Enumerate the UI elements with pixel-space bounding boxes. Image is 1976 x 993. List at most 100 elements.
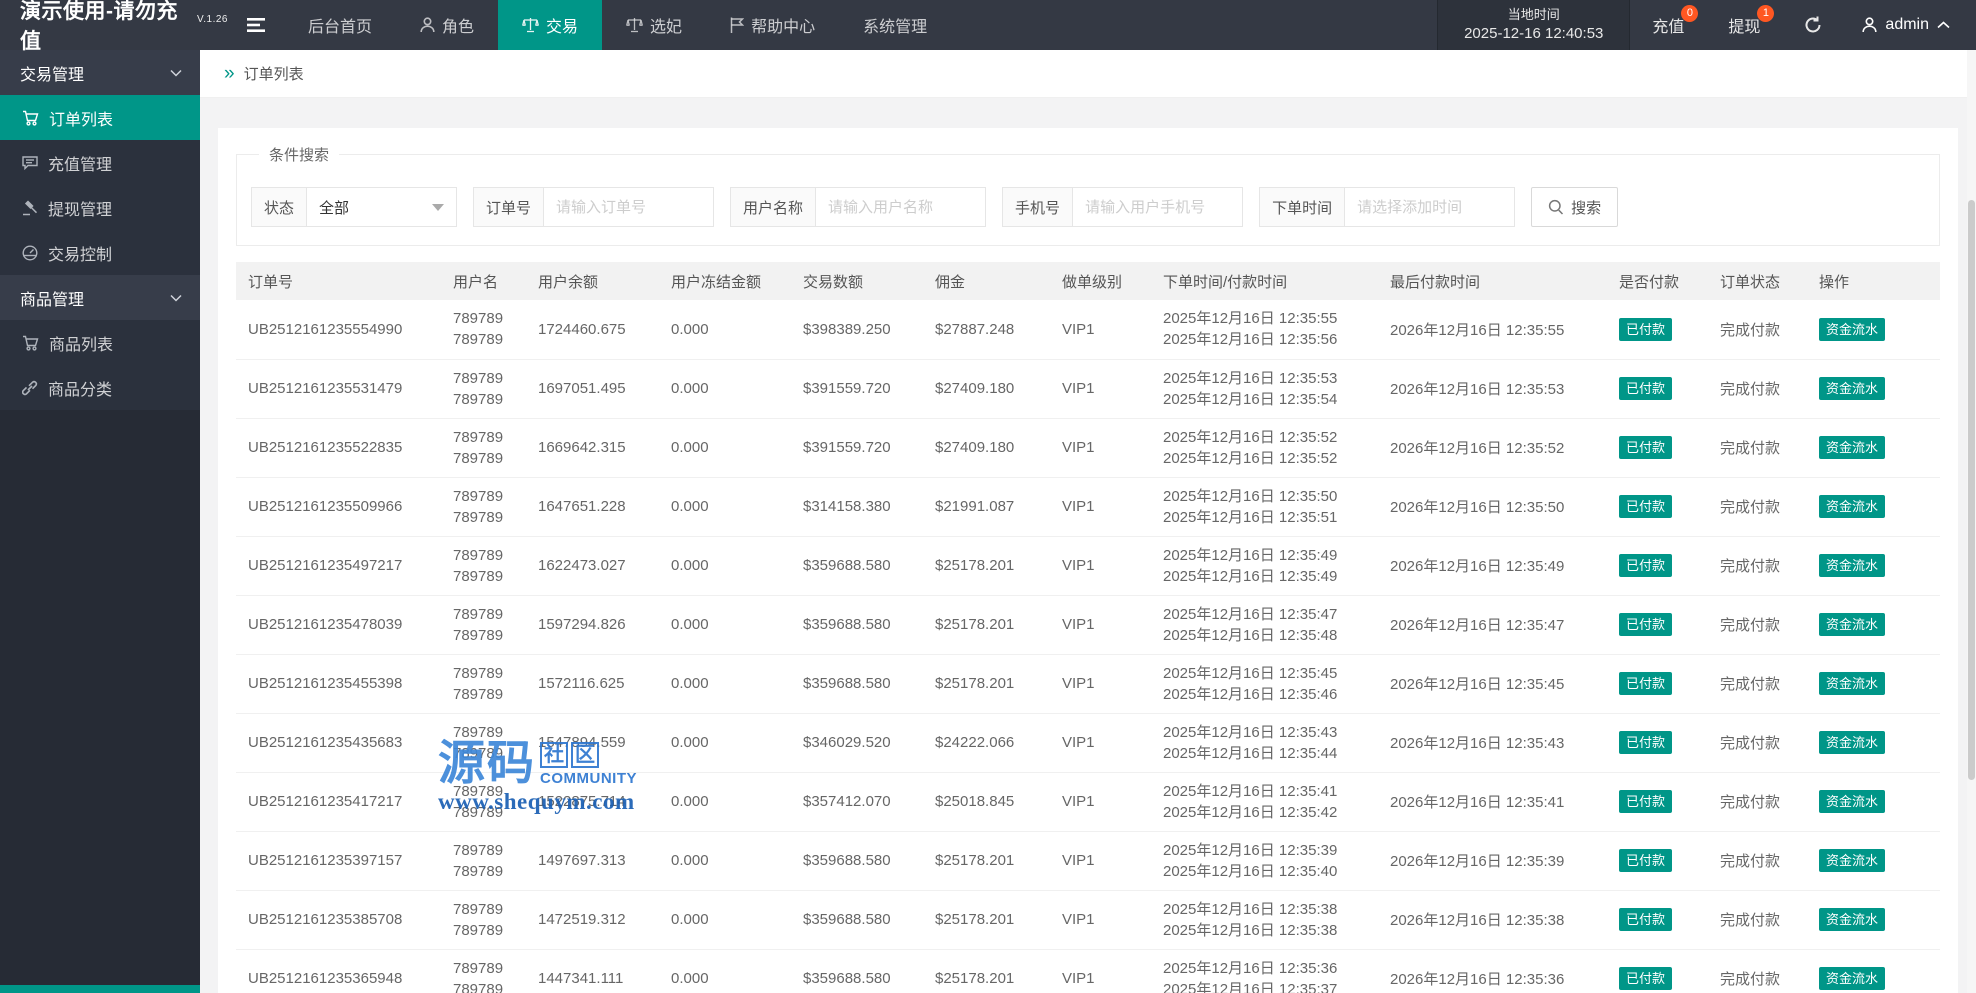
brand: 演示使用-请勿充值 V.1.26 bbox=[0, 0, 228, 53]
order-status-cell: 完成付款 bbox=[1708, 831, 1807, 891]
sidebar-item-product-category[interactable]: 商品分类 bbox=[0, 365, 200, 410]
sidebar-item-withdraw-management[interactable]: 提现管理 bbox=[0, 185, 200, 230]
phone-input[interactable] bbox=[1073, 187, 1244, 227]
sidebar-item-recharge-management[interactable]: 充值管理 bbox=[0, 140, 200, 185]
col-level: 做单级别 bbox=[1050, 262, 1151, 300]
order-row: UB2512161235497217 789789 789789 1622473… bbox=[236, 536, 1940, 596]
fund-flow-button[interactable]: 资金流水 bbox=[1819, 377, 1886, 400]
action-cell: 资金流水 bbox=[1807, 890, 1940, 950]
status-select[interactable]: 全部 bbox=[307, 187, 458, 227]
sidebar-item-trade-control[interactable]: 交易控制 bbox=[0, 230, 200, 275]
frozen-cell: 0.000 bbox=[659, 713, 791, 773]
frozen-cell: 0.000 bbox=[659, 772, 791, 832]
nav-item-system[interactable]: 系统管理 bbox=[839, 0, 951, 50]
order-row: UB2512161235478039 789789 789789 1597294… bbox=[236, 595, 1940, 655]
level-cell: VIP1 bbox=[1050, 831, 1151, 891]
order-time-cell: 2025年12月16日 12:35:55 2025年12月16日 12:35:5… bbox=[1151, 300, 1378, 360]
sidebar-toggle-button[interactable] bbox=[228, 0, 284, 50]
amount-cell: $357412.070 bbox=[791, 772, 923, 832]
fund-flow-button[interactable]: 资金流水 bbox=[1819, 672, 1886, 695]
fund-flow-button[interactable]: 资金流水 bbox=[1819, 731, 1886, 754]
nav-item-concubine[interactable]: 选妃 bbox=[602, 0, 706, 50]
fund-flow-button[interactable]: 资金流水 bbox=[1819, 317, 1886, 341]
level-cell: VIP1 bbox=[1050, 713, 1151, 773]
order-time-input[interactable] bbox=[1345, 187, 1516, 227]
user-menu[interactable]: admin bbox=[1844, 0, 1976, 50]
order-status-cell: 完成付款 bbox=[1708, 595, 1807, 655]
order-no-input[interactable] bbox=[544, 187, 715, 227]
col-amount: 交易数额 bbox=[791, 262, 923, 300]
last-pay-time-cell: 2026年12月16日 12:35:50 bbox=[1378, 477, 1607, 537]
action-cell: 资金流水 bbox=[1807, 713, 1940, 773]
commission-cell: $27887.248 bbox=[923, 300, 1050, 360]
sidebar-group-product-management[interactable]: 商品管理 bbox=[0, 275, 200, 320]
hamburger-icon bbox=[247, 17, 265, 33]
main-content: » 订单列表 条件搜索 状态 全部 订单号 请输入订单号 用户名称 请输入用户名… bbox=[200, 50, 1976, 993]
last-pay-time-cell: 2026年12月16日 12:35:38 bbox=[1378, 890, 1607, 950]
order-time-cell: 2025年12月16日 12:35:36 2025年12月16日 12:35:3… bbox=[1151, 949, 1378, 993]
fund-flow-button[interactable]: 资金流水 bbox=[1819, 790, 1886, 813]
search-button[interactable]: 搜索 bbox=[1531, 187, 1619, 227]
order-no-cell: UB2512161235435683 bbox=[236, 713, 441, 773]
paid-cell: 已付款 bbox=[1607, 359, 1708, 419]
commission-cell: $24222.066 bbox=[923, 713, 1050, 773]
fund-flow-button[interactable]: 资金流水 bbox=[1819, 495, 1886, 518]
withdraw-button[interactable]: 提现 1 bbox=[1706, 0, 1782, 50]
paid-cell: 已付款 bbox=[1607, 418, 1708, 478]
last-pay-time-cell: 2026年12月16日 12:35:39 bbox=[1378, 831, 1607, 891]
action-cell: 资金流水 bbox=[1807, 300, 1940, 360]
amount-cell: $346029.520 bbox=[791, 713, 923, 773]
nav-item-trade[interactable]: 交易 bbox=[498, 0, 603, 50]
paid-cell: 已付款 bbox=[1607, 713, 1708, 773]
fund-flow-button[interactable]: 资金流水 bbox=[1819, 554, 1886, 577]
nav-item-role[interactable]: 角色 bbox=[396, 0, 498, 50]
amount-cell: $391559.720 bbox=[791, 418, 923, 478]
sidebar-item-order-list[interactable]: 订单列表 bbox=[0, 95, 200, 140]
fund-flow-button[interactable]: 资金流水 bbox=[1819, 613, 1886, 636]
sidebar-item-product-list[interactable]: 商品列表 bbox=[0, 320, 200, 365]
nav-label: 选妃 bbox=[650, 19, 683, 36]
paid-badge: 已付款 bbox=[1619, 495, 1673, 518]
level-cell: VIP1 bbox=[1050, 300, 1151, 360]
commission-cell: $21991.087 bbox=[923, 477, 1050, 537]
fund-flow-button[interactable]: 资金流水 bbox=[1819, 849, 1886, 872]
recharge-badge: 0 bbox=[1681, 5, 1699, 22]
sidebar-group-trade-management[interactable]: 交易管理 bbox=[0, 50, 200, 95]
recharge-button[interactable]: 充值 0 bbox=[1630, 0, 1706, 50]
order-row: UB2512161235435683 789789 789789 1547894… bbox=[236, 713, 1940, 773]
order-row: UB2512161235385708 789789 789789 1472519… bbox=[236, 890, 1940, 950]
status-filter-group: 状态 全部 bbox=[251, 187, 458, 227]
order-status-cell: 完成付款 bbox=[1708, 890, 1807, 950]
level-cell: VIP1 bbox=[1050, 595, 1151, 655]
gauge-icon bbox=[22, 244, 38, 261]
amount-cell: $314158.380 bbox=[791, 477, 923, 537]
commission-cell: $27409.180 bbox=[923, 418, 1050, 478]
user-icon bbox=[420, 17, 435, 33]
paid-badge: 已付款 bbox=[1619, 967, 1673, 990]
scrollbar-thumb[interactable] bbox=[1968, 200, 1975, 780]
refresh-button[interactable] bbox=[1782, 0, 1844, 50]
action-cell: 资金流水 bbox=[1807, 949, 1940, 993]
order-status-cell: 完成付款 bbox=[1708, 654, 1807, 714]
order-status-cell: 完成付款 bbox=[1708, 418, 1807, 478]
col-paid: 是否付款 bbox=[1607, 262, 1708, 300]
col-action: 操作 bbox=[1807, 262, 1940, 300]
paid-badge: 已付款 bbox=[1619, 554, 1673, 577]
fund-flow-button[interactable]: 资金流水 bbox=[1819, 967, 1886, 990]
chevron-up-icon bbox=[1937, 21, 1950, 29]
last-pay-time-cell: 2026年12月16日 12:35:43 bbox=[1378, 713, 1607, 773]
level-cell: VIP1 bbox=[1050, 536, 1151, 596]
username-filter-group: 用户名称 bbox=[730, 187, 987, 227]
order-time-cell: 2025年12月16日 12:35:50 2025年12月16日 12:35:5… bbox=[1151, 477, 1378, 537]
order-time-cell: 2025年12月16日 12:35:39 2025年12月16日 12:35:4… bbox=[1151, 831, 1378, 891]
nav-item-dashboard[interactable]: 后台首页 bbox=[284, 0, 396, 50]
scrollbar-track[interactable] bbox=[1967, 50, 1976, 993]
fund-flow-button[interactable]: 资金流水 bbox=[1819, 908, 1886, 931]
recharge-label: 充值 bbox=[1652, 19, 1685, 36]
fund-flow-button[interactable]: 资金流水 bbox=[1819, 436, 1886, 459]
username-input[interactable] bbox=[816, 187, 987, 227]
chevron-down-icon bbox=[170, 294, 182, 302]
nav-item-help-center[interactable]: 帮助中心 bbox=[706, 0, 839, 50]
phone-filter-group: 手机号 bbox=[1002, 187, 1244, 227]
paid-cell: 已付款 bbox=[1607, 772, 1708, 832]
